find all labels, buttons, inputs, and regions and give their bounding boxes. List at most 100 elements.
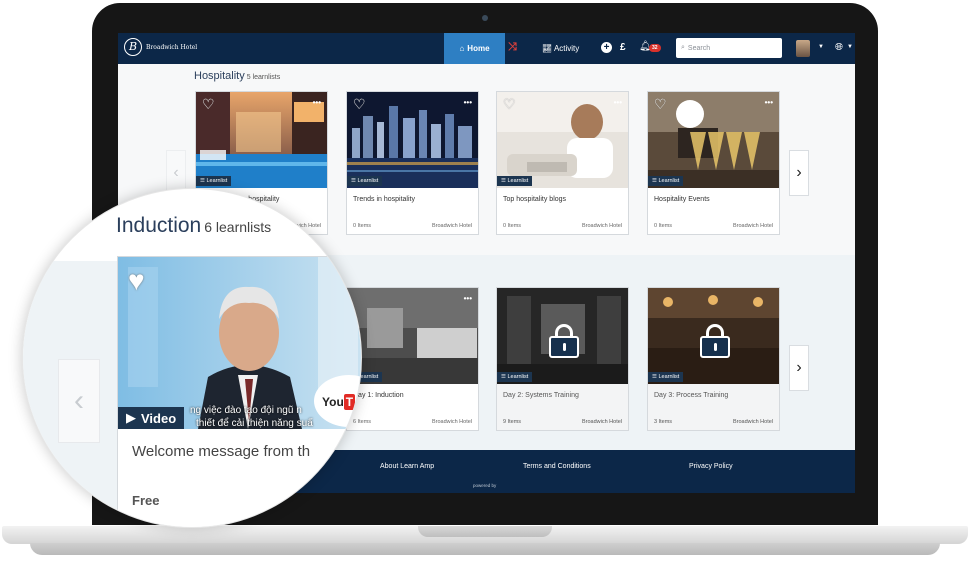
more-options-icon[interactable]: ••• xyxy=(464,294,472,303)
brand[interactable]: B Broadwich Hotel xyxy=(124,38,197,56)
lock-icon xyxy=(549,324,579,358)
card-items-count: 0 Items xyxy=(503,223,522,229)
learnlist-card[interactable]: ☰ Learnlist ♡ ••• Hospitality Events 0 I… xyxy=(647,91,780,235)
footer-link-terms[interactable]: Terms and Conditions xyxy=(523,463,591,470)
carousel-next-button[interactable]: › xyxy=(789,150,809,196)
nav-home[interactable]: ⌂ Home xyxy=(444,33,505,64)
learnlist-tag: ☰ Learnlist xyxy=(497,372,533,382)
add-icon[interactable]: + xyxy=(601,42,612,53)
favorite-heart-icon[interactable]: ♥ xyxy=(128,267,145,295)
card-items-count: 3 Items xyxy=(654,419,673,425)
card-title: Day 2: Systems Training xyxy=(503,392,579,399)
brand-name: Broadwich Hotel xyxy=(146,43,198,51)
learnlist-tag: ☰ Learnlist xyxy=(196,176,232,186)
video-tag: ▶ Video xyxy=(118,407,185,429)
section-title-induction: Induction 6 learnlists xyxy=(116,214,271,238)
more-options-icon[interactable]: ••• xyxy=(614,98,622,107)
webcam xyxy=(482,15,488,21)
card-thumbnail xyxy=(196,92,327,188)
nav-activity[interactable]: 📈︎ Activity xyxy=(542,44,579,53)
learnlist-card[interactable]: ☰ Learnlist ••• Day 1: Induction 6 Items… xyxy=(346,287,479,431)
laptop-base-bottom xyxy=(30,543,940,555)
favorite-heart-icon[interactable]: ♡ xyxy=(353,97,366,111)
avatar[interactable] xyxy=(796,40,810,57)
carousel-prev-button[interactable]: ‹ xyxy=(58,359,100,443)
tag-label: Video xyxy=(141,410,177,426)
card-items-count: 0 Items xyxy=(654,223,673,229)
card-thumbnail xyxy=(347,288,478,384)
card-organization: Broadwich Hotel xyxy=(732,223,773,229)
card-thumbnail xyxy=(648,92,779,188)
pound-icon[interactable]: £ xyxy=(620,42,626,53)
video-camera-icon: ▶ xyxy=(126,410,136,425)
youtube-you: You xyxy=(322,395,344,409)
notification-badge: 32 xyxy=(649,44,661,52)
more-options-icon[interactable]: ••• xyxy=(765,98,773,107)
tag-label: Learnlist xyxy=(507,178,529,184)
top-navbar: B Broadwich Hotel ⌂ Home ⤨ 📈︎ Activity +… xyxy=(118,33,855,64)
learnlist-tag: ☰ Learnlist xyxy=(347,176,383,186)
card-title: Hospitality Events xyxy=(654,196,710,203)
more-options-icon[interactable]: ••• xyxy=(313,98,321,107)
favorite-heart-icon[interactable]: ♡ xyxy=(503,97,516,111)
learnlist-card[interactable]: ☰ Learnlist ♡ ••• Top hospitality blogs … xyxy=(496,91,629,235)
favorite-heart-icon[interactable]: ♡ xyxy=(202,97,215,111)
search-placeholder: Search xyxy=(687,44,711,52)
search-input[interactable]: ⌕ Search xyxy=(676,38,782,58)
globe-icon[interactable]: 🌐︎ xyxy=(835,42,843,53)
nav-home-label: Home xyxy=(467,44,490,53)
learnlist-tag: ☰ Learnlist xyxy=(648,176,684,186)
card-organization: Broadwich Hotel xyxy=(581,223,622,229)
section-title-hospitality: Hospitality 5 learnlists xyxy=(194,70,280,82)
video-subtitle: thiết để cải thiện năng suấ xyxy=(196,418,313,429)
price-label: Free xyxy=(132,493,160,508)
magnifier-callout: Induction 6 learnlists ‹ ♥ ng việc đào tạ… xyxy=(22,188,362,528)
footer-link-privacy[interactable]: Privacy Policy xyxy=(689,463,733,470)
tag-label: Learnlist xyxy=(507,374,529,380)
card-thumbnail xyxy=(347,92,478,188)
section-count: 5 learnlists xyxy=(246,74,281,81)
learnlist-tag: ☰ Learnlist xyxy=(497,176,533,186)
nav-activity-label: Activity xyxy=(553,44,580,53)
tag-label: Learnlist xyxy=(658,178,680,184)
card-organization: Broadwich Hotel xyxy=(431,223,472,229)
learnlist-card-locked[interactable]: ☰ Learnlist Day 2: Systems Training 9 It… xyxy=(496,287,629,431)
video-card[interactable]: ♥ ng việc đào tạo đội ngũ n thiết để cải… xyxy=(117,256,361,527)
home-icon: ⌂ xyxy=(459,44,465,53)
card-title: Day 3: Process Training xyxy=(654,392,729,399)
section-title-text: Hospitality xyxy=(194,70,245,82)
card-title: Trends in hospitality xyxy=(353,196,415,203)
learnlist-card[interactable]: ☰ Learnlist ♡ ••• Trends in hospitality … xyxy=(346,91,479,235)
footer-link-about[interactable]: About Learn Amp xyxy=(380,463,434,470)
card-items-count: 0 Items xyxy=(353,223,372,229)
chart-icon: 📈︎ xyxy=(542,44,553,53)
learnlist-tag: ☰ Learnlist xyxy=(648,372,684,382)
section-title-text: Induction xyxy=(116,214,202,237)
chevron-right-icon: › xyxy=(796,359,802,376)
powered-by-text: powered by xyxy=(473,483,497,488)
chevron-left-icon: ‹ xyxy=(173,164,179,181)
chevron-right-icon: › xyxy=(796,164,802,181)
brand-logo-icon: B xyxy=(124,38,142,56)
favorite-heart-icon[interactable]: ♡ xyxy=(654,97,667,111)
search-icon: ⌕ xyxy=(681,44,685,51)
laptop-notch xyxy=(418,526,552,537)
chevron-down-icon[interactable]: ▼ xyxy=(818,44,824,50)
tag-label: Learnlist xyxy=(357,178,379,184)
chevron-down-icon[interactable]: ▼ xyxy=(847,44,853,50)
card-organization: Broadwich Hotel xyxy=(732,419,773,425)
section-count: 6 learnlists xyxy=(204,219,272,235)
card-organization: Broadwich Hotel xyxy=(431,419,472,425)
carousel-next-button[interactable]: › xyxy=(789,345,809,391)
video-subtitle: ng việc đào tạo đội ngũ n xyxy=(190,405,302,416)
chevron-left-icon: ‹ xyxy=(74,384,84,417)
card-title: Top hospitality blogs xyxy=(503,196,567,203)
shuffle-icon[interactable]: ⤨ xyxy=(508,41,517,54)
tag-label: Learnlist xyxy=(658,374,680,380)
learnlist-card-locked[interactable]: ☰ Learnlist Day 3: Process Training 3 It… xyxy=(647,287,780,431)
card-items-count: 9 Items xyxy=(503,419,522,425)
card-title: Welcome message from th xyxy=(132,443,311,460)
lock-icon xyxy=(700,324,730,358)
more-options-icon[interactable]: ••• xyxy=(464,98,472,107)
tag-label: Learnlist xyxy=(206,178,228,184)
